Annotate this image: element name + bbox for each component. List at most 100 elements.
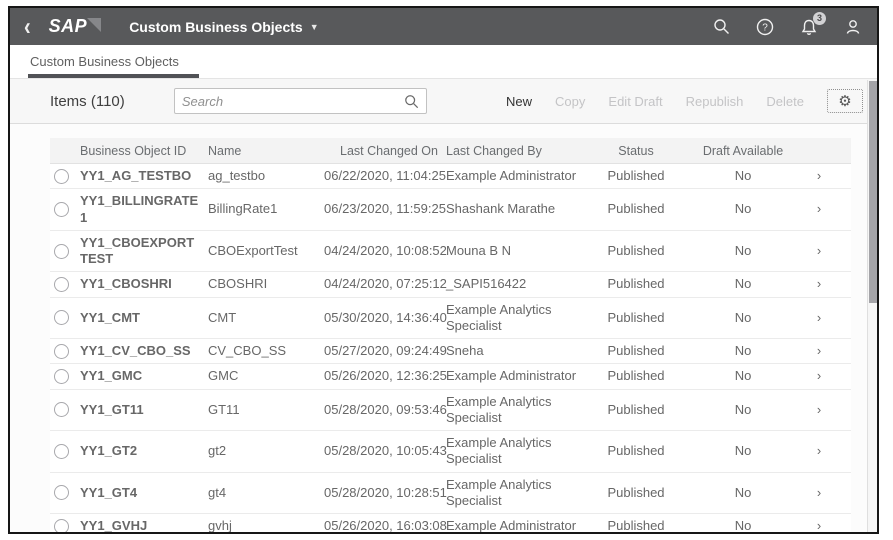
gear-icon: ⚙ (838, 93, 852, 110)
cell-status: Published (607, 443, 665, 459)
items-count-label: Items (110) (50, 92, 125, 110)
cell-draft-available: No (734, 168, 752, 183)
table-row[interactable]: YY1_CMT CMT 05/30/2020, 14:36:40 Example… (50, 297, 851, 339)
cell-business-object-id: YY1_GT11 (80, 401, 144, 417)
back-icon[interactable]: ‹ (24, 14, 31, 39)
business-objects-table: Business Object ID Name Last Changed On … (50, 138, 851, 533)
table-row[interactable]: YY1_CV_CBO_SS CV_CBO_SS 05/27/2020, 09:2… (50, 339, 851, 365)
table-body: YY1_AG_TESTBO ag_testbo 06/22/2020, 11:0… (50, 164, 851, 533)
row-select-radio[interactable] (54, 310, 69, 326)
app-title: Custom Business Objects (129, 18, 303, 35)
row-navigate-chevron-icon[interactable]: › (806, 364, 840, 388)
cell-last-changed-by: Mouna B N (446, 242, 512, 258)
cell-last-changed-by: Example Analytics Specialist (446, 393, 552, 425)
row-navigate-chevron-icon[interactable]: › (806, 272, 840, 296)
row-select-radio[interactable] (54, 443, 69, 459)
cell-last-changed-by: _SAPI516422 (446, 276, 527, 292)
cell-status: Published (607, 201, 665, 217)
user-avatar-icon[interactable] (843, 17, 863, 37)
table-row[interactable]: YY1_BILLINGRATE1 BillingRate1 06/23/2020… (50, 189, 851, 231)
cell-last-changed-on: 05/28/2020, 10:05:43 (324, 443, 447, 459)
cell-name: CV_CBO_SS (208, 343, 287, 358)
vertical-scrollbar[interactable] (867, 80, 877, 532)
cell-business-object-id: YY1_AG_TESTBO (80, 168, 192, 183)
cell-name: CMT (208, 309, 237, 325)
tab-bar: Custom Business Objects (10, 45, 877, 79)
edit-draft-button[interactable]: Edit Draft (608, 94, 662, 109)
search-field[interactable] (173, 88, 427, 114)
new-button[interactable]: New (506, 94, 532, 109)
cell-last-changed-on: 04/24/2020, 07:25:12 (324, 276, 447, 292)
cell-business-object-id: YY1_CMT (80, 309, 140, 325)
cell-status: Published (607, 168, 665, 183)
column-header-name: Name (208, 143, 242, 158)
notifications-bell-icon[interactable]: 3 (799, 11, 826, 37)
shell-header: ‹ SAP Custom Business Objects ▼ ? 3 (10, 8, 877, 45)
table-row[interactable]: YY1_GT4 gt4 05/28/2020, 10:28:51 Example… (50, 472, 851, 514)
cell-draft-available: No (734, 201, 752, 217)
cell-status: Published (607, 518, 665, 533)
row-navigate-chevron-icon[interactable]: › (806, 398, 840, 422)
column-header-last-changed-on: Last Changed On (340, 143, 438, 158)
table-row[interactable]: YY1_CBOSHRI CBOSHRI 04/24/2020, 07:25:12… (50, 272, 851, 298)
row-select-radio[interactable] (54, 343, 69, 359)
help-icon[interactable]: ? (755, 17, 775, 37)
row-navigate-chevron-icon[interactable]: › (806, 339, 840, 363)
row-select-radio[interactable] (54, 243, 69, 259)
row-select-radio[interactable] (54, 168, 69, 184)
row-navigate-chevron-icon[interactable]: › (806, 514, 840, 532)
tab-label: Custom Business Objects (30, 54, 179, 69)
scrollbar-thumb[interactable] (869, 81, 877, 303)
cell-business-object-id: YY1_GT4 (80, 484, 138, 500)
row-select-radio[interactable] (54, 368, 69, 384)
table-settings-button[interactable]: ⚙ (827, 89, 863, 113)
cell-draft-available: No (734, 242, 752, 258)
cell-status: Published (607, 484, 665, 500)
table-header-row: Business Object ID Name Last Changed On … (50, 138, 851, 164)
cell-name: gt4 (208, 484, 227, 500)
cell-business-object-id: YY1_GT2 (80, 443, 138, 459)
cell-last-changed-on: 04/24/2020, 10:08:52 (324, 242, 447, 258)
row-select-radio[interactable] (54, 202, 69, 217)
row-select-radio[interactable] (54, 402, 69, 418)
tab-custom-business-objects[interactable]: Custom Business Objects (28, 54, 199, 78)
cell-last-changed-on: 05/28/2020, 10:28:51 (324, 484, 447, 500)
cell-draft-available: No (734, 484, 752, 500)
table-row[interactable]: YY1_GVHJ gvhj 05/26/2020, 16:03:08 Examp… (50, 514, 851, 533)
table-row[interactable]: YY1_AG_TESTBO ag_testbo 06/22/2020, 11:0… (50, 164, 851, 190)
row-navigate-chevron-icon[interactable]: › (806, 239, 840, 263)
table-row[interactable]: YY1_GT11 GT11 05/28/2020, 09:53:46 Examp… (50, 389, 851, 431)
table-row[interactable]: YY1_GMC GMC 05/26/2020, 12:36:25 Example… (50, 364, 851, 390)
row-navigate-chevron-icon[interactable]: › (806, 197, 840, 221)
search-magnifier-icon[interactable] (404, 94, 419, 109)
row-navigate-chevron-icon[interactable]: › (806, 164, 840, 188)
row-select-radio[interactable] (54, 518, 69, 532)
row-navigate-chevron-icon[interactable]: › (806, 306, 840, 330)
cell-last-changed-on: 05/26/2020, 16:03:08 (324, 518, 447, 533)
column-header-business-object-id: Business Object ID (80, 143, 187, 158)
search-icon[interactable] (711, 17, 731, 37)
cell-name: gt2 (208, 443, 227, 459)
row-navigate-chevron-icon[interactable]: › (806, 481, 840, 505)
app-title-menu[interactable]: Custom Business Objects ▼ (129, 19, 318, 35)
cell-business-object-id: YY1_CV_CBO_SS (80, 343, 191, 358)
copy-button[interactable]: Copy (555, 94, 585, 109)
search-input[interactable] (181, 93, 404, 109)
delete-button[interactable]: Delete (766, 94, 804, 109)
cell-draft-available: No (734, 443, 752, 459)
row-select-radio[interactable] (54, 485, 69, 501)
cell-status: Published (607, 276, 665, 292)
cell-name: CBOExportTest (208, 242, 298, 258)
column-header-draft-available: Draft Available (702, 143, 784, 158)
cell-name: CBOSHRI (208, 276, 268, 292)
cell-name: ag_testbo (208, 168, 266, 183)
tab-active-underline (28, 74, 199, 78)
table-row[interactable]: YY1_CBOEXPORTTEST CBOExportTest 04/24/20… (50, 230, 851, 273)
row-navigate-chevron-icon[interactable]: › (806, 439, 840, 463)
cell-business-object-id: YY1_GMC (80, 368, 143, 384)
republish-button[interactable]: Republish (686, 94, 744, 109)
table-row[interactable]: YY1_GT2 gt2 05/28/2020, 10:05:43 Example… (50, 431, 851, 473)
cell-draft-available: No (734, 276, 752, 292)
cell-last-changed-by: Example Analytics Specialist (446, 301, 552, 333)
row-select-radio[interactable] (54, 276, 69, 292)
